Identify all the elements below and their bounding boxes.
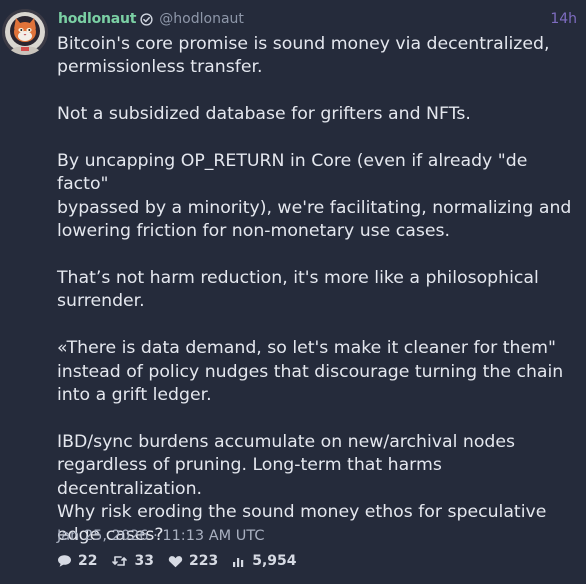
post-paragraph: «There is data demand, so let's make it … [57,338,564,406]
astronaut-cat-avatar-icon [2,9,48,55]
repost-button[interactable]: 33 [111,553,154,569]
post-actions: 22 33 223 5,954 [57,553,311,569]
heart-icon [168,555,183,567]
post-paragraph: Bitcoin's core promise is sound money vi… [57,34,550,78]
reply-icon [58,555,71,567]
repost-icon [112,556,128,566]
author-handle[interactable]: @hodlonaut [159,11,244,27]
repost-count: 33 [134,553,154,569]
bar-chart-icon [233,557,244,567]
views-stat[interactable]: 5,954 [232,553,297,569]
avatar[interactable] [2,9,48,55]
reply-button[interactable]: 22 [57,553,97,569]
post-header: hodlonaut @hodlonaut [58,9,578,29]
post-card: hodlonaut @hodlonaut 14h Bitcoin's core … [0,0,586,584]
reply-count: 22 [78,553,98,569]
post-paragraph: That’s not harm reduction, it's more lik… [57,268,539,312]
like-count: 223 [188,553,219,569]
post-timestamp[interactable]: Jan 25, 2026 · 11:13 AM UTC [57,528,265,544]
like-button[interactable]: 223 [168,553,218,569]
post-body: Bitcoin's core promise is sound money vi… [57,33,577,548]
view-count: 5,954 [252,553,297,569]
post-paragraph: Not a subsidized database for grifters a… [57,104,471,125]
post-paragraph: By uncapping OP_RETURN in Core (even if … [57,151,572,242]
post-relative-time[interactable]: 14h [550,11,577,27]
verified-badge-icon [140,12,153,26]
author-display-name[interactable]: hodlonaut [58,11,136,27]
